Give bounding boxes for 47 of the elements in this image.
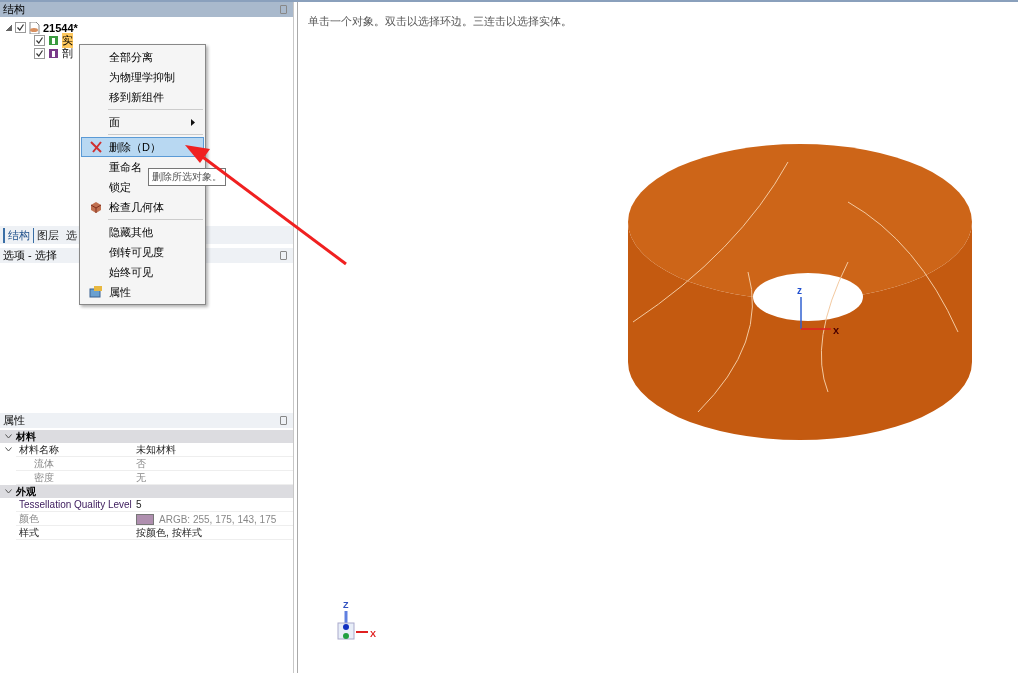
collapse-icon[interactable] [6,24,12,31]
tree-checkbox[interactable] [15,22,26,33]
property-name: 流体 [33,457,55,471]
menu-item[interactable]: 隐藏其他 [81,222,204,242]
menu-item[interactable]: 全部分离 [81,47,204,67]
property-value[interactable]: 按颜色, 按样式 [136,526,202,540]
pin-icon[interactable] [280,251,287,260]
panel-title: 属性 [3,413,25,428]
menu-item[interactable]: 始终可见 [81,262,204,282]
tab[interactable]: 选 [63,227,81,243]
group-label: 外观 [16,484,36,499]
property-name: 颜色 [18,512,40,526]
axis-drawing: z x [797,285,840,336]
panel-title: 结构 [3,2,25,17]
section-icon [48,48,59,59]
viewport-hint: 单击一个对象。双击以选择环边。三连击以选择实体。 [307,14,573,29]
panel-title: 选项 - 选择 [3,248,57,263]
property-name: 材料名称 [18,443,60,457]
tooltip: 删除所选对象。 [148,168,226,186]
axis-triad-drawing[interactable]: Z X [333,597,393,647]
tree-checkbox[interactable] [34,35,45,46]
property-name: Tessellation Quality Level [18,499,133,510]
menu-item[interactable]: 为物理学抑制 [81,67,204,87]
group-label: 材料 [16,429,36,444]
tree-checkbox[interactable] [34,48,45,59]
property-value[interactable]: 5 [136,499,142,510]
document-icon [29,21,40,34]
tab[interactable]: 图层 [34,227,63,243]
menu-item[interactable]: 检查几何体 [81,197,204,217]
property-value[interactable]: 未知材料 [136,443,176,457]
menu-item[interactable]: 属性 [81,282,204,302]
solid-icon [48,35,59,46]
property-name: 密度 [33,471,55,485]
box-icon [89,201,102,213]
tree-item[interactable]: 21544* [43,21,78,34]
tree-item[interactable]: 剖 [62,46,73,61]
delete-icon [89,141,102,153]
pin-icon[interactable] [280,416,287,425]
menu-item[interactable]: 移到新组件 [81,87,204,107]
menu-item[interactable]: 面 [81,112,204,132]
tree-item[interactable]: 实 [62,33,73,48]
properties-icon [89,286,102,298]
submenu-arrow-icon [191,118,195,126]
menu-item[interactable]: 倒转可见度 [81,242,204,262]
tab[interactable]: 结构 [3,227,34,243]
menu-item[interactable]: 删除（D） [81,137,204,157]
property-name: 样式 [18,526,40,540]
